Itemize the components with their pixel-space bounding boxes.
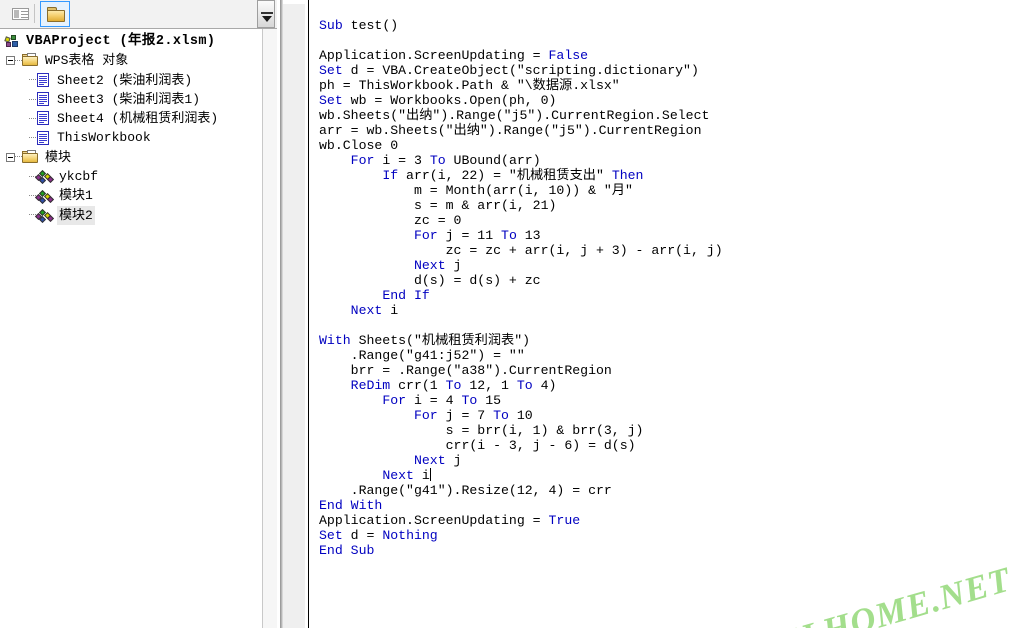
project-tree[interactable]: VBAProject (年报2.xlsm) WPS表格 对象 Sheet2 (柴…: [0, 32, 262, 628]
tree-node-ykcbf[interactable]: ykcbf: [0, 167, 262, 186]
splitter-top-cap: [283, 0, 309, 4]
tree-node-sheet3[interactable]: Sheet3 (柴油利润表1): [0, 90, 262, 109]
tree-node-label: ThisWorkbook: [57, 130, 151, 146]
vba-project-icon: [4, 34, 20, 49]
sheet-icon: [36, 130, 51, 146]
toolbar-separator: [34, 4, 35, 23]
properties-icon: [12, 8, 29, 20]
folder-icon: [47, 7, 65, 22]
chevron-down-icon: [262, 16, 272, 22]
folder-icon: [22, 53, 39, 67]
module-icon: [34, 170, 55, 185]
project-explorer-scrollbar[interactable]: [262, 29, 277, 628]
vba-code-text[interactable]: Sub test() Application.ScreenUpdating = …: [319, 18, 723, 558]
project-explorer-toolbar: [0, 0, 277, 29]
tree-connector: [15, 156, 22, 158]
vba-editor-window: VBAProject (年报2.xlsm) WPS表格 对象 Sheet2 (柴…: [0, 0, 1009, 628]
tree-node-label: Sheet3 (柴油利润表1): [57, 91, 201, 107]
tree-connector: [15, 59, 22, 62]
code-editor-pane[interactable]: Sub test() Application.ScreenUpdating = …: [309, 0, 1009, 628]
tree-node-module2[interactable]: 模块2: [0, 205, 262, 225]
scroll-bar-glyph: [261, 12, 273, 14]
tree-node-label: WPS表格 对象: [45, 53, 129, 69]
excelhome-watermark: EXCELHOME.NET: [702, 559, 1009, 628]
sheet-icon: [36, 111, 51, 126]
tree-node-sheet4[interactable]: Sheet4 (机械租赁利润表): [0, 109, 262, 128]
project-explorer-pane: VBAProject (年报2.xlsm) WPS表格 对象 Sheet2 (柴…: [0, 0, 277, 628]
tree-node-module1[interactable]: 模块1: [0, 186, 262, 205]
tree-node-label: ykcbf: [59, 169, 99, 185]
tree-node-label: 模块1: [59, 188, 93, 204]
toggle-folders-button[interactable]: [40, 1, 70, 27]
module-icon: [34, 189, 55, 204]
splitter-track: [283, 0, 305, 628]
tree-node-thisworkbook[interactable]: ThisWorkbook: [0, 128, 262, 147]
tree-node-wps-objects[interactable]: WPS表格 对象: [0, 51, 262, 70]
collapse-icon[interactable]: [6, 56, 15, 66]
pane-splitter[interactable]: [277, 0, 309, 628]
sheet-icon: [36, 72, 51, 88]
tree-connector: [29, 79, 36, 81]
tree-connector: [29, 117, 36, 120]
properties-window-button[interactable]: [6, 1, 36, 27]
module-icon: [34, 208, 55, 223]
folder-icon: [22, 149, 39, 164]
tree-node-label: 模块2: [57, 205, 95, 225]
tree-connector: [29, 137, 36, 139]
tree-node-vbaproject[interactable]: VBAProject (年报2.xlsm): [0, 32, 262, 51]
tree-node-label: VBAProject (年报2.xlsm): [26, 34, 216, 49]
tree-node-label: Sheet2 (柴油利润表): [57, 72, 193, 88]
tree-connector: [29, 98, 36, 101]
tree-node-label: Sheet4 (机械租赁利润表): [57, 111, 219, 127]
tree-node-modules-folder[interactable]: 模块: [0, 148, 262, 167]
sheet-icon: [36, 92, 51, 107]
tree-node-sheet2[interactable]: Sheet2 (柴油利润表): [0, 71, 262, 90]
toolbar-scroll-down-button[interactable]: [257, 0, 275, 28]
tree-node-label: 模块: [45, 149, 72, 165]
collapse-icon[interactable]: [6, 152, 15, 162]
